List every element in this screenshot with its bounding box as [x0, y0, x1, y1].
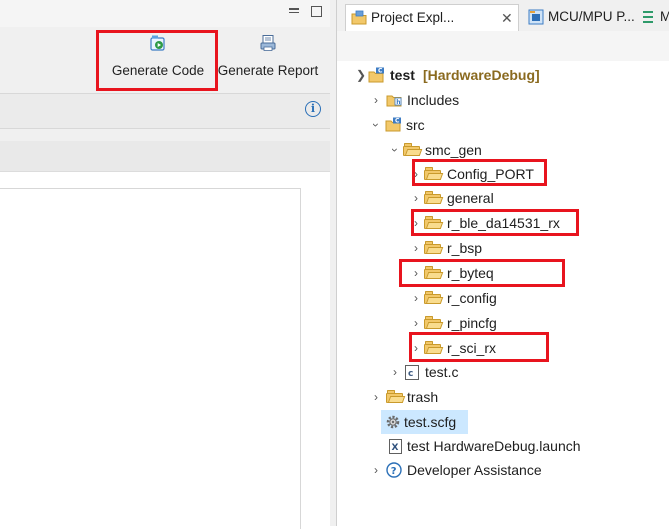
tree-label: r_config	[447, 290, 497, 306]
tab-mcu-mpu-label: MCU/MPU P...	[548, 9, 635, 24]
folder-icon	[403, 143, 423, 156]
tab-project-explorer-label: Project Expl...	[371, 10, 455, 25]
highlight-r-ble-da14531-rx	[411, 209, 579, 236]
highlight-generate-code	[96, 30, 218, 91]
project-config: [HardwareDebug]	[423, 67, 540, 83]
tree-item-test-scfg[interactable]: test.scfg	[381, 410, 468, 434]
folder-icon	[424, 316, 444, 329]
tree-item-project[interactable]: ❯ C test [HardwareDebug]	[337, 63, 667, 87]
tree-item-trash[interactable]: › trash	[337, 385, 667, 409]
tab-mcu-mpu[interactable]: MCU/MPU P...	[523, 4, 635, 30]
tree-label: test HardwareDebug.launch	[407, 438, 581, 454]
list-icon	[643, 11, 653, 23]
tree-item-r-bsp[interactable]: › r_bsp	[337, 236, 667, 260]
minimize-icon[interactable]	[288, 6, 300, 18]
editor-content-box	[0, 188, 301, 529]
chevron-down-icon[interactable]: ❯	[355, 63, 367, 87]
svg-text:C: C	[395, 118, 400, 125]
project-name: test	[390, 67, 415, 83]
source-folder-icon: C	[385, 117, 401, 132]
generate-report-button[interactable]: Generate Report	[212, 27, 324, 89]
tree-label: r_bsp	[447, 240, 483, 256]
tree-label: general	[447, 190, 494, 206]
editor-content-area	[0, 172, 330, 529]
svg-text:?: ?	[391, 466, 397, 477]
editor-header-panel: i	[0, 93, 330, 129]
maximize-icon[interactable]	[311, 6, 322, 17]
tree-label: Includes	[407, 92, 460, 108]
c-project-icon: C	[368, 67, 384, 83]
info-icon[interactable]: i	[305, 101, 321, 117]
chevron-right-icon[interactable]: ›	[370, 88, 382, 112]
highlight-r-sci-rx	[409, 332, 549, 362]
project-explorer-pane: Project Expl... ✕ MCU/MPU P... M ❯ C tes…	[336, 0, 669, 526]
tree-label: Developer Assistance	[407, 462, 542, 478]
tab-project-explorer[interactable]: Project Expl... ✕	[345, 4, 519, 31]
folder-icon	[424, 191, 444, 204]
tree-item-developer-assistance[interactable]: › ? Developer Assistance	[337, 458, 667, 482]
chevron-right-icon[interactable]: ›	[370, 385, 382, 409]
tree-item-test-c[interactable]: › c test.c	[337, 360, 667, 384]
view-toolbar	[337, 31, 669, 61]
tree-item-includes[interactable]: › h Includes	[337, 88, 667, 112]
svg-text:C: C	[378, 68, 383, 75]
mcu-mpu-icon	[528, 9, 544, 25]
chevron-right-icon[interactable]: ›	[410, 186, 422, 210]
tab-overflow[interactable]: M	[635, 4, 669, 30]
generate-report-label: Generate Report	[217, 63, 319, 78]
chevron-right-icon[interactable]: ›	[370, 458, 382, 482]
folder-icon	[424, 291, 444, 304]
project-explorer-icon	[351, 10, 367, 25]
close-icon[interactable]: ✕	[501, 5, 513, 31]
editor-subheader-panel	[0, 141, 330, 172]
highlight-r-byteq	[399, 259, 565, 287]
left-pane-titlebar	[0, 0, 336, 28]
svg-text:h: h	[396, 99, 400, 106]
highlight-config-port	[412, 159, 547, 186]
tree-item-r-config[interactable]: › r_config	[337, 286, 667, 310]
tab-overflow-label: M	[660, 9, 669, 24]
tree-label: test.c	[425, 364, 459, 380]
includes-icon: h	[386, 95, 402, 107]
folder-icon	[424, 241, 444, 254]
generate-report-icon	[260, 35, 276, 51]
gear-icon	[386, 415, 400, 429]
svg-text:c: c	[408, 369, 413, 379]
tree-label: test.scfg	[404, 414, 457, 430]
launch-file-icon: X	[389, 439, 402, 454]
tree-label: trash	[407, 389, 439, 405]
view-tab-bar: Project Expl... ✕ MCU/MPU P... M	[337, 0, 669, 32]
folder-icon	[386, 390, 406, 403]
chevron-right-icon[interactable]: ›	[389, 360, 401, 384]
c-file-icon: c	[405, 365, 419, 380]
help-icon: ?	[386, 462, 402, 478]
svg-text:X: X	[392, 443, 399, 453]
tree-item-general[interactable]: › general	[337, 186, 667, 210]
tree-item-src[interactable]: › C src	[337, 113, 667, 137]
tree-item-launch[interactable]: X test HardwareDebug.launch	[337, 434, 667, 458]
tree-label: src	[406, 117, 425, 133]
chevron-right-icon[interactable]: ›	[410, 236, 422, 260]
chevron-right-icon[interactable]: ›	[410, 286, 422, 310]
left-editor-pane: Generate Code Generate Report i	[0, 0, 336, 529]
